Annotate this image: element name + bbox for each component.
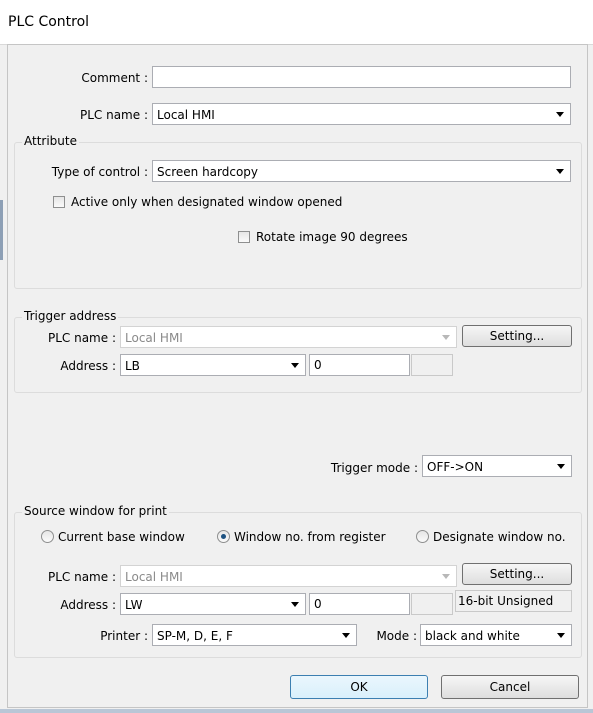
plc-name-select[interactable]: Local HMI [152,103,571,125]
trigger-address-device-value: LB [125,359,140,373]
window-edge [0,200,3,260]
plc-name-value: Local HMI [157,108,215,122]
trigger-plc-name-select[interactable]: Local HMI [120,326,457,348]
source-window-group-title: Source window for print [22,504,169,518]
type-of-control-label: Type of control : [51,165,148,179]
chevron-down-icon [557,464,565,469]
source-setting-button[interactable]: Setting... [462,563,572,585]
chevron-down-icon [442,574,450,579]
source-address-device-value: LW [125,598,143,612]
chevron-down-icon [556,112,564,117]
printer-value: SP-M, D, E, F [157,629,233,643]
trigger-mode-value: OFF->ON [427,460,484,474]
trigger-setting-button[interactable]: Setting... [462,325,572,347]
comment-label: Comment : [81,71,148,85]
source-address-device-select[interactable]: LW [120,593,306,615]
active-only-checkbox[interactable] [53,196,65,208]
rotate-image-label: Rotate image 90 degrees [256,230,408,244]
mode-value: black and white [425,629,520,643]
data-format-label: 16-bit Unsigned [455,590,572,612]
radio-current-base-window-label: Current base window [58,530,185,544]
ok-button[interactable]: OK [290,675,428,699]
trigger-address-label: Address : [60,359,116,373]
attribute-group-title: Attribute [22,134,79,148]
comment-input[interactable] [152,66,571,88]
trigger-address-group-title: Trigger address [22,309,119,323]
trigger-address-input[interactable]: 0 [309,354,410,376]
active-only-label: Active only when designated window opene… [71,195,343,209]
source-plc-name-select[interactable]: Local HMI [120,565,457,587]
chevron-down-icon [557,633,565,638]
source-plc-name-label: PLC name : [47,570,116,584]
trigger-plc-name-label: PLC name : [47,331,116,345]
chevron-down-icon [291,363,299,368]
window-title: PLC Control [8,14,90,30]
mode-select[interactable]: black and white [420,624,572,646]
trigger-address-device-select[interactable]: LB [120,354,306,376]
printer-select[interactable]: SP-M, D, E, F [152,624,357,646]
radio-window-from-register-label: Window no. from register [234,530,386,544]
printer-label: Printer : [100,629,148,643]
rotate-image-checkbox[interactable] [238,231,250,243]
radio-designate-window[interactable] [416,530,429,543]
trigger-plc-name-value: Local HMI [125,331,183,345]
type-of-control-select[interactable]: Screen hardcopy [152,160,571,182]
source-address-label: Address : [60,598,116,612]
chevron-down-icon [291,602,299,607]
chevron-down-icon [442,335,450,340]
radio-window-from-register[interactable] [217,530,230,543]
trigger-address-format-box [411,354,453,376]
source-address-input[interactable]: 0 [309,593,410,615]
chevron-down-icon [556,169,564,174]
source-plc-name-value: Local HMI [125,570,183,584]
window-bottom-edge [0,709,593,713]
radio-designate-window-label: Designate window no. [433,530,566,544]
source-address-format-box [411,593,453,615]
radio-current-base-window[interactable] [41,530,54,543]
cancel-button[interactable]: Cancel [441,675,579,699]
plc-name-label: PLC name : [79,108,148,122]
mode-label: Mode : [376,629,417,643]
title-bar: PLC Control [0,0,593,45]
trigger-mode-select[interactable]: OFF->ON [422,455,572,477]
trigger-mode-label: Trigger mode : [330,461,418,475]
type-of-control-value: Screen hardcopy [157,165,259,179]
